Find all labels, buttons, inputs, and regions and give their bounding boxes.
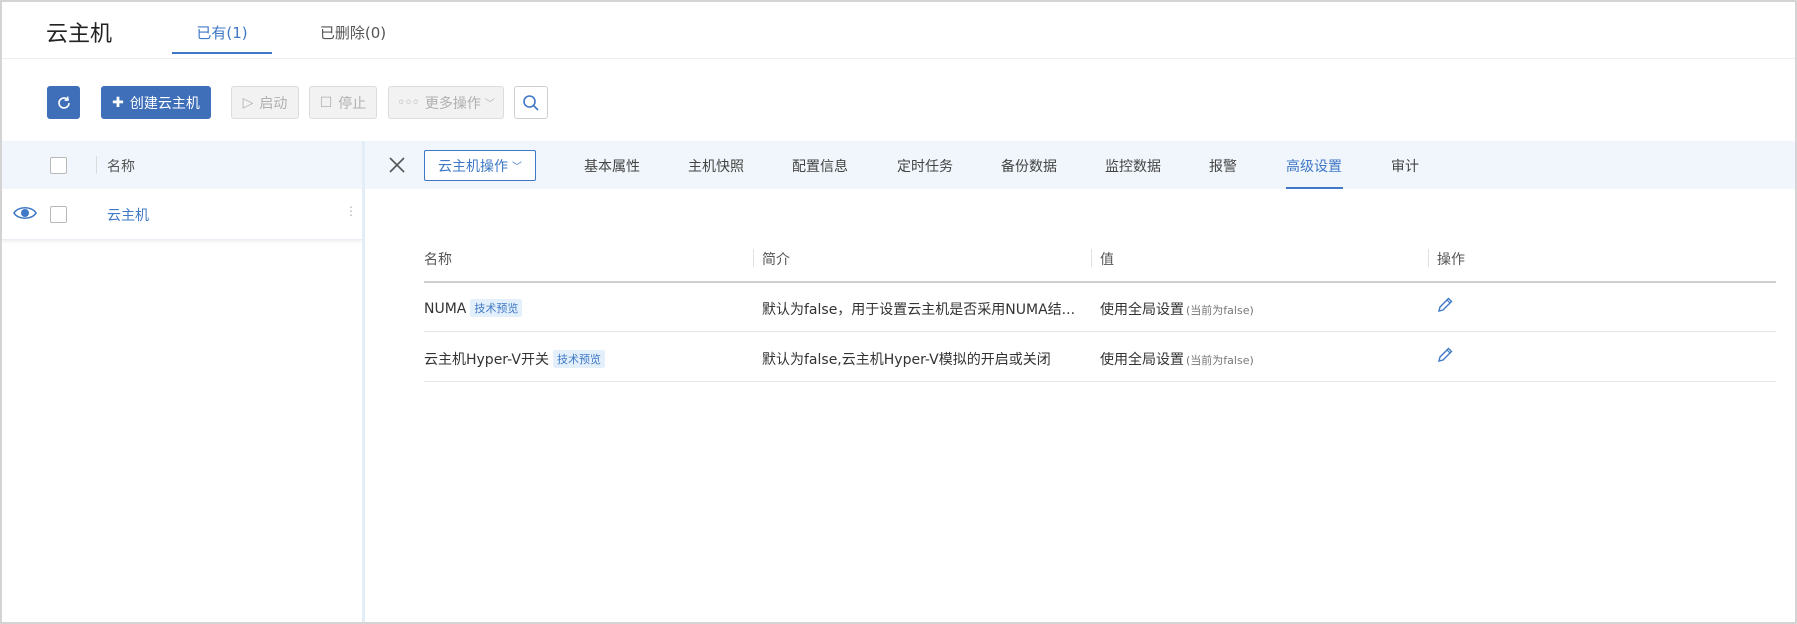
tab-existing[interactable]: 已有(1) [172, 22, 272, 43]
stop-icon: ☐ [319, 94, 333, 111]
page-title: 云主机 [46, 22, 113, 47]
setting-value: 使用全局设置 [1100, 352, 1184, 368]
refresh-icon [57, 96, 70, 109]
row-more-icon[interactable]: ⋮ [345, 204, 357, 218]
column-header-description: 简介 [762, 252, 790, 268]
start-button[interactable]: ▷ 启动 [231, 86, 299, 119]
setting-value-note: (当前为false) [1186, 304, 1254, 317]
tab-scheduled-tasks[interactable]: 定时任务 [897, 156, 953, 176]
setting-value: 使用全局设置 [1100, 302, 1184, 318]
vm-name-link[interactable]: 云主机 [107, 205, 149, 225]
active-detail-tab-indicator [1286, 187, 1343, 189]
search-icon [523, 94, 539, 111]
setting-name: NUMA [424, 301, 467, 317]
select-all-checkbox[interactable] [50, 157, 67, 174]
table-header-divider [424, 281, 1776, 283]
tab-audit[interactable]: 审计 [1391, 156, 1419, 176]
setting-description: 默认为false，用于设置云主机是否采用NUMA结... [762, 302, 1076, 318]
tech-preview-badge: 技术预览 [470, 299, 523, 317]
close-icon[interactable] [388, 156, 406, 174]
tab-basic-properties[interactable]: 基本属性 [584, 156, 640, 176]
row-checkbox[interactable] [50, 206, 67, 223]
tab-config-info[interactable]: 配置信息 [792, 156, 848, 176]
setting-name-cell: NUMA 技术预览 [424, 299, 523, 317]
table-row[interactable]: 云主机 ⋮ [2, 189, 362, 240]
column-separator [1091, 249, 1092, 267]
edit-icon[interactable] [1436, 346, 1454, 364]
search-button[interactable] [514, 86, 548, 119]
eye-icon[interactable] [13, 204, 37, 222]
tab-alarm[interactable]: 报警 [1209, 156, 1237, 176]
list-header: 名称 [2, 141, 362, 189]
more-actions-label: 更多操作 [424, 95, 481, 112]
column-header-name: 名称 [424, 252, 452, 268]
column-separator [96, 156, 97, 174]
tab-backup-data[interactable]: 备份数据 [1001, 156, 1057, 176]
setting-value-cell: 使用全局设置 (当前为false) [1100, 349, 1254, 369]
tab-advanced-settings[interactable]: 高级设置 [1286, 156, 1342, 176]
setting-value-cell: 使用全局设置 (当前为false) [1100, 299, 1254, 319]
detail-tab-bar [365, 141, 1795, 189]
row-divider [424, 331, 1776, 332]
plus-icon: ✚ [112, 94, 124, 111]
vm-operations-dropdown[interactable]: 云主机操作 ﹀ [424, 150, 536, 181]
refresh-button[interactable] [47, 86, 80, 119]
start-label: 启动 [259, 95, 288, 112]
stop-label: 停止 [338, 95, 367, 112]
create-vm-button[interactable]: ✚ 创建云主机 [101, 86, 211, 119]
column-separator [753, 249, 754, 267]
column-header-name: 名称 [107, 159, 135, 175]
chevron-down-icon: ﹀ [512, 162, 522, 173]
tech-preview-badge: 技术预览 [552, 350, 605, 368]
tab-host-snapshot[interactable]: 主机快照 [688, 156, 744, 176]
header-divider [2, 58, 1795, 59]
tab-deleted[interactable]: 已删除(0) [300, 22, 406, 43]
setting-name-cell: 云主机Hyper-V开关 技术预览 [424, 349, 605, 369]
more-actions-button[interactable]: ◦◦◦ 更多操作 ﹀ [388, 86, 504, 119]
play-icon: ▷ [242, 94, 254, 111]
pane-divider [362, 141, 365, 622]
column-header-operation: 操作 [1437, 252, 1465, 268]
column-header-value: 值 [1100, 252, 1114, 268]
edit-icon[interactable] [1436, 296, 1454, 314]
setting-description: 默认为false,云主机Hyper-V模拟的开启或关闭 [762, 352, 1051, 368]
ellipsis-icon: ◦◦◦ [397, 94, 420, 111]
column-separator [1428, 249, 1429, 267]
vm-operations-label: 云主机操作 [438, 158, 508, 175]
stop-button[interactable]: ☐ 停止 [309, 86, 377, 119]
row-divider [424, 381, 1776, 382]
active-tab-indicator [172, 52, 272, 54]
chevron-down-icon: ﹀ [484, 99, 495, 110]
tab-monitoring-data[interactable]: 监控数据 [1105, 156, 1161, 176]
setting-value-note: (当前为false) [1186, 354, 1254, 367]
setting-name: 云主机Hyper-V开关 [424, 352, 549, 368]
create-vm-label: 创建云主机 [129, 95, 200, 112]
